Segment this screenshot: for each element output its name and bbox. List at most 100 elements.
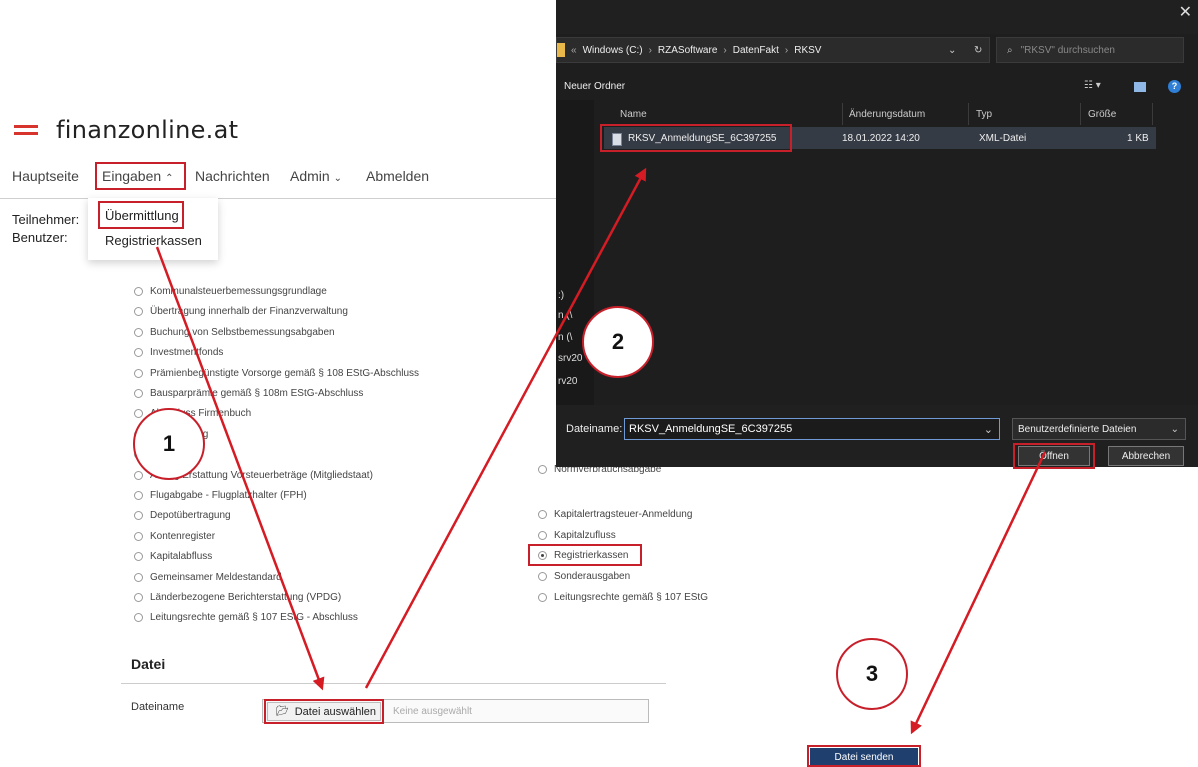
- file-size: 1 KB: [1127, 133, 1149, 144]
- radio-option[interactable]: Flugabgabe - Flugplatzhalter (FPH): [134, 490, 307, 501]
- benutzer-label: Benutzer:: [12, 230, 68, 245]
- address-dropdown-icon[interactable]: ⌄: [948, 37, 956, 63]
- dialog-titlebar: ✕: [556, 0, 1198, 34]
- radio-option[interactable]: Depotübertragung: [134, 510, 231, 521]
- radio-option[interactable]: Übertragung innerhalb der Finanzverwaltu…: [134, 306, 348, 317]
- column-divider[interactable]: [968, 103, 969, 125]
- highlight-uebermittlung: [98, 201, 184, 229]
- nav-pane-item[interactable]: rv20: [558, 376, 577, 387]
- radio-label: Kapitalabfluss: [150, 551, 213, 563]
- close-icon[interactable]: ✕: [1179, 2, 1192, 22]
- radio-button[interactable]: [134, 593, 143, 602]
- radio-button[interactable]: [134, 470, 143, 480]
- nav-nachrichten[interactable]: Nachrichten: [195, 168, 270, 184]
- breadcrumb-windows[interactable]: Windows (C:): [583, 45, 643, 56]
- radio-option[interactable]: Leitungsrechte gemäß § 107 EStG: [538, 592, 708, 603]
- search-box[interactable]: ⌕ "RKSV" durchsuchen: [996, 37, 1184, 63]
- highlight-eingaben: [95, 162, 186, 190]
- breadcrumb-rzasoftware[interactable]: RZASoftware: [658, 45, 717, 56]
- column-divider[interactable]: [1080, 103, 1081, 125]
- file-type-select[interactable]: Benutzerdefinierte Dateien ⌄: [1012, 418, 1186, 440]
- radio-button[interactable]: [134, 409, 143, 419]
- nav-admin[interactable]: Admin ⌄: [290, 168, 342, 184]
- breadcrumb-sep-icon: ›: [648, 44, 652, 56]
- radio-option[interactable]: Buchung von Selbstbemessungsabgaben: [134, 327, 335, 338]
- radio-button[interactable]: [134, 552, 143, 562]
- breadcrumb-sep-icon: ›: [723, 44, 727, 56]
- column-size[interactable]: Größe: [1088, 109, 1116, 120]
- breadcrumb-datenfakt[interactable]: DatenFakt: [733, 45, 779, 56]
- radio-button[interactable]: [538, 465, 547, 474]
- dropdown-item-registrierkassen[interactable]: Registrierkassen: [105, 233, 202, 248]
- radio-label: Kapitalertragsteuer-Anmeldung: [554, 509, 693, 520]
- breadcrumb-rksv[interactable]: RKSV: [794, 45, 821, 56]
- radio-button[interactable]: [134, 389, 143, 398]
- column-divider[interactable]: [1152, 103, 1153, 125]
- radio-option[interactable]: Prämienbegünstigte Vorsorge gemäß § 108 …: [134, 368, 419, 379]
- highlight-choose-file: [264, 699, 384, 724]
- nav-pane-item[interactable]: srv20: [558, 353, 582, 364]
- dialog-filename-input[interactable]: RKSV_AnmeldungSE_6C397255 ⌄: [624, 418, 1000, 440]
- radio-option[interactable]: Kapitalzufluss: [538, 530, 616, 541]
- preview-pane-icon[interactable]: [1134, 82, 1146, 92]
- nav-divider: [0, 198, 560, 199]
- radio-button[interactable]: [134, 531, 143, 541]
- column-divider[interactable]: [842, 103, 843, 125]
- radio-label: Kommunalsteuerbemessungsgrundlage: [150, 286, 327, 297]
- new-folder-button[interactable]: Neuer Ordner: [564, 81, 625, 92]
- radio-option[interactable]: Investmentfonds: [134, 347, 223, 358]
- radio-button[interactable]: [134, 613, 143, 623]
- radio-button[interactable]: [538, 510, 547, 519]
- radio-label: Depotübertragung: [150, 510, 231, 522]
- highlight-file-row: [600, 124, 792, 152]
- column-date[interactable]: Änderungsdatum: [849, 109, 925, 120]
- radio-label: Leitungsrechte gemäß § 107 EStG - Abschl…: [150, 612, 358, 624]
- radio-option[interactable]: Sonderausgaben: [538, 571, 630, 582]
- radio-button[interactable]: [538, 572, 547, 581]
- highlight-registrierkassen: [528, 544, 642, 566]
- chevron-down-icon: ⌄: [333, 173, 342, 184]
- radio-button[interactable]: [134, 307, 143, 317]
- radio-button[interactable]: [538, 531, 547, 540]
- breadcrumb-sep-icon: ›: [784, 44, 789, 56]
- radio-label: Länderbezogene Berichterstattung (VPDG): [150, 592, 342, 603]
- radio-button[interactable]: [134, 572, 143, 582]
- view-options-icon[interactable]: ☷ ▾: [1084, 80, 1101, 91]
- chevron-down-icon: ⌄: [1170, 423, 1179, 435]
- logo[interactable]: finanzonline.at: [14, 116, 238, 144]
- radio-option[interactable]: Bausparprämie gemäß § 108m EStG-Abschlus…: [134, 388, 363, 399]
- dialog-toolbar: Neuer Ordner ☷ ▾ ?: [556, 72, 1198, 100]
- nav-pane-item[interactable]: n (\: [558, 310, 572, 321]
- column-name[interactable]: Name: [620, 109, 647, 120]
- radio-option[interactable]: Kapitalertragsteuer-Anmeldung: [538, 509, 692, 520]
- refresh-icon[interactable]: ↻: [974, 37, 982, 63]
- cancel-button[interactable]: Abbrechen: [1108, 446, 1184, 466]
- address-bar[interactable]: « Windows (C:) › RZASoftware › DatenFakt…: [556, 37, 990, 63]
- nav-pane-item[interactable]: :): [558, 290, 564, 301]
- nav-hauptseite[interactable]: Hauptseite: [12, 168, 79, 184]
- breadcrumb-overflow[interactable]: «: [571, 45, 577, 56]
- radio-button[interactable]: [538, 593, 547, 602]
- radio-button[interactable]: [134, 491, 143, 500]
- radio-option[interactable]: Kommunalsteuerbemessungsgrundlage: [134, 286, 327, 297]
- file-type-value: Benutzerdefinierte Dateien: [1018, 423, 1137, 435]
- dateiname-label: Dateiname: [131, 701, 185, 713]
- radio-option[interactable]: Leitungsrechte gemäß § 107 EStG - Abschl…: [134, 612, 358, 623]
- radio-option[interactable]: Kontenregister: [134, 531, 215, 542]
- radio-button[interactable]: [134, 287, 143, 296]
- radio-option[interactable]: Kapitalabfluss: [134, 551, 212, 562]
- radio-label: Übertragung innerhalb der Finanzverwaltu…: [150, 306, 348, 318]
- radio-button[interactable]: [134, 348, 143, 358]
- radio-button[interactable]: [134, 327, 143, 337]
- radio-button[interactable]: [134, 368, 143, 378]
- radio-button[interactable]: [134, 511, 143, 521]
- radio-label: Kapitalzufluss: [554, 530, 616, 541]
- column-type[interactable]: Typ: [976, 109, 992, 120]
- filename-dropdown-icon[interactable]: ⌄: [984, 423, 993, 436]
- radio-option[interactable]: Länderbezogene Berichterstattung (VPDG): [134, 592, 341, 603]
- nav-pane-item[interactable]: n (\: [558, 332, 572, 343]
- nav-abmelden[interactable]: Abmelden: [366, 168, 429, 184]
- radio-label: Flugabgabe - Flugplatzhalter (FPH): [150, 490, 307, 501]
- help-icon[interactable]: ?: [1168, 80, 1181, 93]
- radio-option[interactable]: Gemeinsamer Meldestandard: [134, 572, 282, 583]
